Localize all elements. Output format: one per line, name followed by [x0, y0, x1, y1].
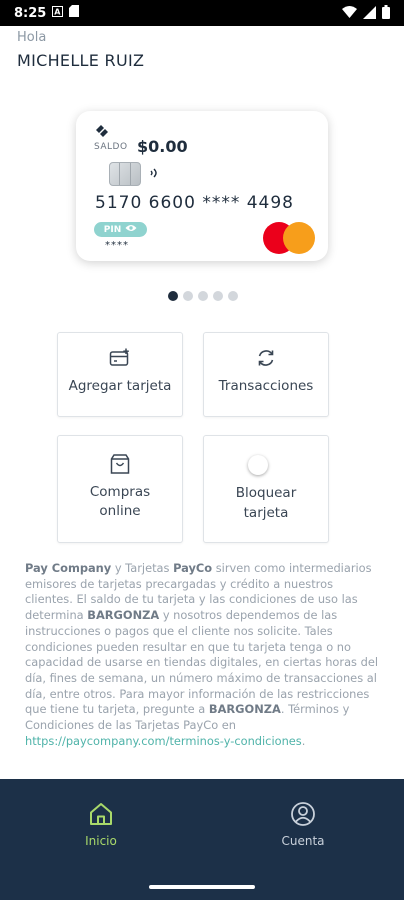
- user-name: MICHELLE RUIZ: [17, 51, 145, 70]
- nav-item-cuenta[interactable]: Cuenta: [243, 801, 363, 848]
- carousel-dot[interactable]: [183, 291, 193, 301]
- status-time: 8:25: [14, 5, 47, 21]
- shopping-bag-icon: [109, 453, 131, 479]
- gesture-home-bar[interactable]: [149, 885, 255, 889]
- nav-label-cuenta: Cuenta: [281, 834, 325, 848]
- add-card-button[interactable]: Agregar tarjeta: [57, 332, 183, 417]
- online-purchases-button[interactable]: Compras online: [57, 435, 183, 543]
- home-icon: [88, 803, 114, 830]
- disclaimer-text: Pay Company y Tarjetas PayCo sirven como…: [25, 561, 381, 749]
- carousel-dot[interactable]: [198, 291, 208, 301]
- signal-icon: [363, 5, 376, 23]
- nav-label-inicio: Inicio: [85, 834, 117, 848]
- add-card-label: Agregar tarjeta: [68, 378, 172, 394]
- disclaimer-segment: y Tarjetas: [111, 561, 174, 575]
- payment-card[interactable]: SALDO $0.00 5170 6600 **** 4498 PIN ****: [76, 111, 328, 261]
- issuer-name: BARGONZA: [87, 608, 160, 623]
- eye-icon: [125, 224, 137, 235]
- carousel-dot[interactable]: [168, 291, 178, 301]
- online-purchases-label-line1: Compras: [89, 484, 151, 500]
- battery-icon: [382, 5, 390, 23]
- status-bar: 8:25 A: [0, 0, 404, 26]
- mastercard-logo-icon: [263, 222, 317, 254]
- pin-label: PIN: [103, 224, 122, 235]
- card-number: 5170 6600 **** 4498: [95, 193, 295, 213]
- card-chip-icon: [109, 162, 141, 186]
- terms-link[interactable]: https://paycompany.com/terminos-y-condic…: [25, 734, 302, 748]
- transactions-label: Transacciones: [218, 378, 314, 394]
- balance-value: $0.00: [137, 137, 188, 156]
- account-circle-icon: [290, 802, 316, 830]
- payco-logo-icon: [94, 123, 110, 142]
- pin-reveal-button[interactable]: PIN: [94, 222, 147, 237]
- bottom-navigation: Inicio Cuenta: [0, 779, 404, 900]
- pin-masked: ****: [105, 240, 129, 251]
- contactless-icon: [149, 165, 161, 184]
- block-card-button[interactable]: Bloquear tarjeta: [203, 435, 329, 543]
- svg-text:A: A: [55, 7, 62, 16]
- carousel-dot[interactable]: [228, 291, 238, 301]
- nav-item-inicio[interactable]: Inicio: [41, 801, 161, 848]
- carousel-indicator: [168, 291, 238, 301]
- add-card-icon: [109, 348, 131, 372]
- sd-card-icon: [69, 5, 80, 21]
- disclaimer-segment: y nosotros dependemos de las instruccion…: [25, 608, 379, 717]
- company-name: Pay Company: [25, 561, 112, 575]
- block-card-label-line1: Bloquear: [235, 485, 297, 501]
- wifi-icon: [342, 6, 357, 22]
- block-card-label-line2: tarjeta: [243, 505, 289, 521]
- greeting-label: Hola: [17, 30, 47, 45]
- transactions-button[interactable]: Transacciones: [203, 332, 329, 417]
- disclaimer-segment: .: [301, 733, 306, 748]
- refresh-icon: [256, 348, 276, 372]
- brand-name: PayCo: [173, 561, 213, 575]
- carousel-dot[interactable]: [213, 291, 223, 301]
- balance-label: SALDO: [94, 142, 128, 152]
- issuer-name: BARGONZA: [208, 702, 281, 717]
- online-purchases-label-line2: online: [99, 503, 141, 519]
- notification-icon: A: [52, 5, 64, 21]
